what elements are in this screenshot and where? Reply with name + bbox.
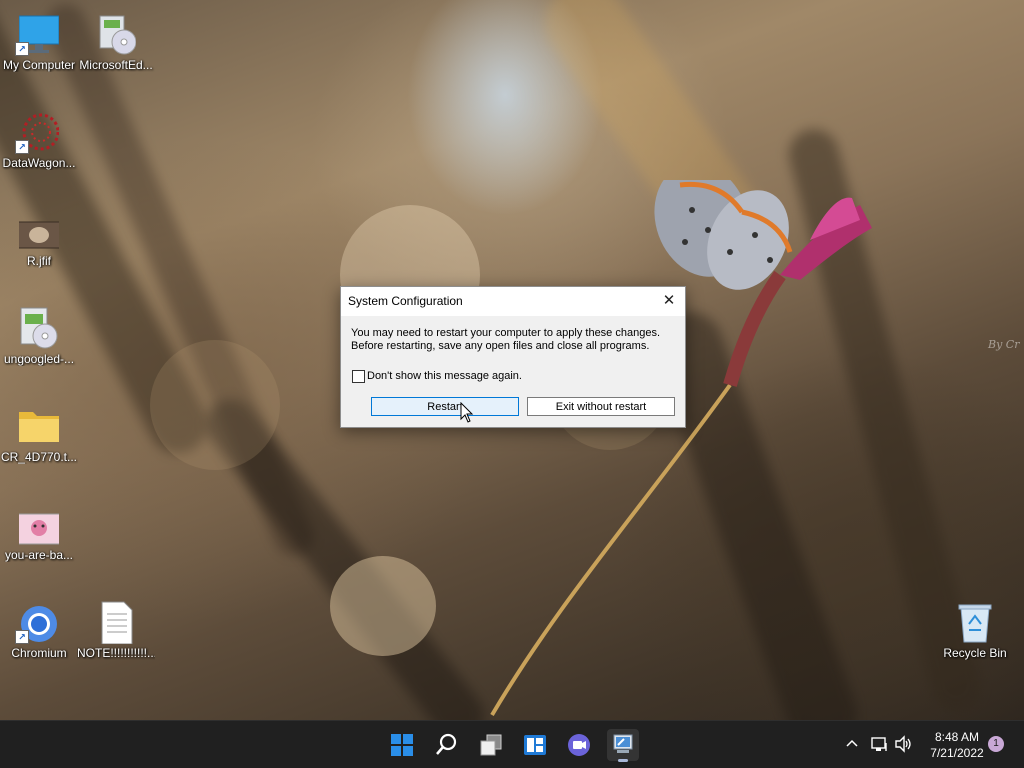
desktop-icon-label: ungoogled-...	[3, 352, 75, 366]
tray-chevron-icon[interactable]	[844, 735, 860, 751]
folder-icon	[19, 404, 59, 448]
system-configuration-dialog: System Configuration ✕ You may need to r…	[340, 286, 686, 428]
desktop-icon-label: Chromium	[11, 646, 67, 660]
desktop-icon-you-are-ba[interactable]: you-are-ba...	[0, 496, 78, 576]
desktop-icon-label: you-are-ba...	[4, 548, 74, 562]
restart-button[interactable]: Restart	[371, 397, 519, 416]
notification-badge[interactable]: 1	[988, 736, 1004, 752]
desktop-icon-note-file[interactable]: NOTE!!!!!!!!!!!....	[77, 594, 155, 674]
desktop-icon-recycle-bin[interactable]: Recycle Bin	[936, 594, 1014, 674]
task-view-icon[interactable]	[475, 729, 507, 761]
desktop-icon-r-jfif[interactable]: R.jfif	[0, 202, 78, 282]
wallpaper-signature: By Cr	[988, 338, 1020, 351]
search-icon[interactable]	[431, 729, 463, 761]
close-icon[interactable]: ✕	[661, 293, 677, 309]
desktop-icon-ungoogled-installer[interactable]: ungoogled-...	[0, 300, 78, 380]
desktop-icon-label: R.jfif	[27, 254, 51, 268]
taskbar: 8:48 AM 7/21/2022	[0, 720, 1024, 768]
taskbar-clock[interactable]: 8:48 AM 7/21/2022	[920, 729, 994, 761]
butterfly-flower-art	[490, 180, 872, 717]
desktop-icon-label: My Computer	[2, 58, 76, 72]
msconfig-icon[interactable]	[607, 729, 639, 762]
exit-without-restart-button[interactable]: Exit without restart	[527, 397, 675, 416]
volume-icon[interactable]	[894, 735, 912, 753]
datawagon-icon: ↗	[15, 110, 60, 154]
dialog-message-line-2: Before restarting, save any open files a…	[351, 340, 650, 352]
dialog-message-line-1: You may need to restart your computer to…	[351, 327, 660, 339]
recycle-bin-icon	[955, 600, 995, 644]
widgets-icon[interactable]	[519, 729, 551, 761]
desktop-icon-label: NOTE!!!!!!!!!!!....	[77, 646, 155, 660]
installer-icon	[96, 12, 137, 56]
text-file-icon	[96, 600, 136, 645]
dialog-message: You may need to restart your computer to…	[351, 327, 660, 353]
desktop-icon-label: Recycle Bin	[943, 646, 1007, 660]
desktop-icon-label: CR_4D770.t...	[0, 450, 78, 464]
windows-start-icon[interactable]	[386, 729, 418, 761]
clock-date: 7/21/2022	[930, 746, 984, 760]
clock-time: 8:48 AM	[934, 730, 980, 744]
desktop-icon-cr-folder[interactable]: CR_4D770.t...	[0, 398, 78, 478]
desktop-icon-my-computer[interactable]: ↗ My Computer	[0, 6, 78, 86]
shortcut-arrow-icon: ↗	[15, 42, 29, 56]
shortcut-arrow-icon: ↗	[15, 140, 29, 154]
dont-show-again-label[interactable]: Don't show this message again.	[367, 370, 522, 382]
mouse-cursor-icon	[460, 402, 474, 423]
dont-show-again-checkbox[interactable]	[352, 370, 365, 383]
image-file-icon	[14, 502, 64, 546]
shortcut-arrow-icon: ↗	[15, 630, 29, 644]
network-icon[interactable]	[870, 735, 888, 753]
monitor-icon: ↗	[15, 12, 60, 56]
dialog-body: You may need to restart your computer to…	[341, 316, 685, 427]
desktop-icon-label: DataWagon...	[2, 156, 76, 170]
desktop-icon-label: MicrosoftEd...	[79, 58, 153, 72]
chromium-icon: ↗	[15, 600, 59, 644]
installer-icon	[19, 306, 59, 350]
image-file-icon	[14, 208, 64, 252]
desktop-icon-microsoftedge-installer[interactable]: MicrosoftEd...	[77, 6, 155, 86]
teams-chat-icon[interactable]	[563, 729, 595, 761]
desktop-icon-datawagon[interactable]: ↗ DataWagon...	[0, 104, 78, 184]
desktop-icon-chromium[interactable]: ↗ Chromium	[0, 594, 78, 674]
dialog-title: System Configuration	[348, 294, 463, 308]
active-app-indicator	[618, 759, 628, 762]
